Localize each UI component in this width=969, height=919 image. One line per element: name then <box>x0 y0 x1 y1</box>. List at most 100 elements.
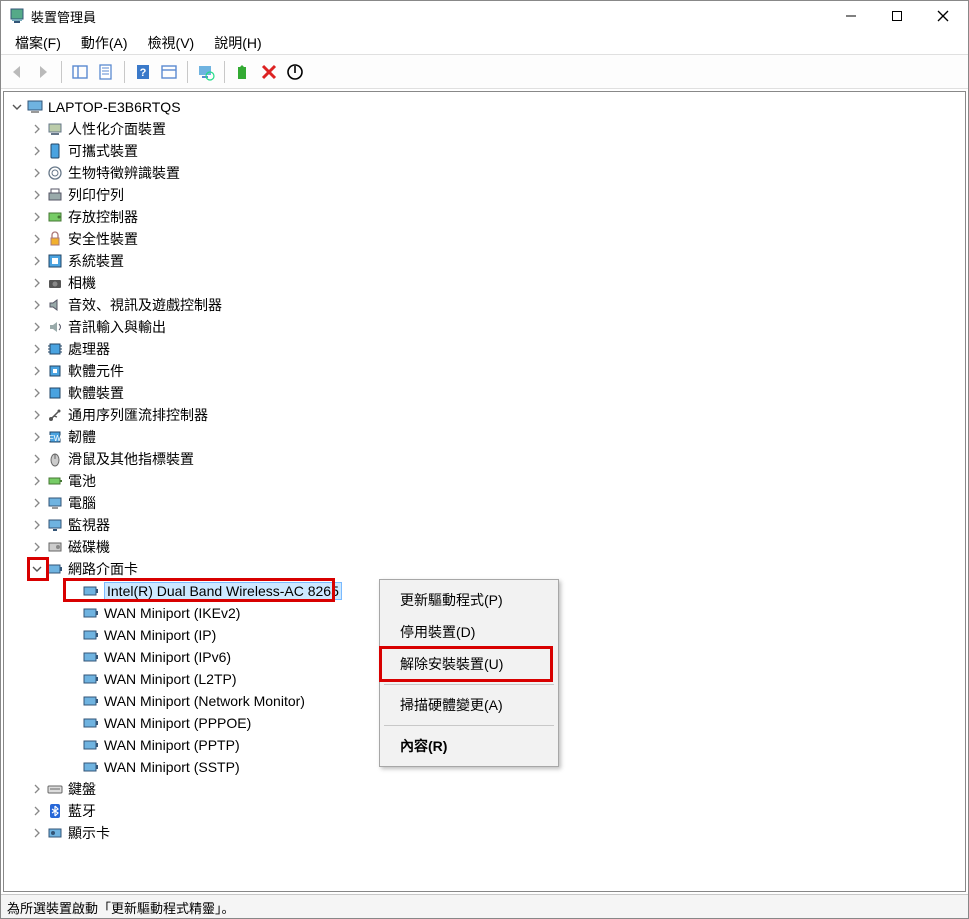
tree-category[interactable]: 滑鼠及其他指標裝置 <box>4 448 965 470</box>
tree-category[interactable]: 相機 <box>4 272 965 294</box>
tree-category-label: 音訊輸入與輸出 <box>68 317 166 337</box>
chevron-right-icon[interactable] <box>30 364 44 378</box>
context-separator <box>384 725 554 726</box>
chevron-right-icon[interactable] <box>30 166 44 180</box>
tree-category[interactable]: 列印佇列 <box>4 184 965 206</box>
device-category-icon <box>46 296 64 314</box>
tree-category[interactable]: 音訊輸入與輸出 <box>4 316 965 338</box>
tree-category-label: 軟體裝置 <box>68 383 124 403</box>
device-category-icon <box>46 780 64 798</box>
tree-category[interactable]: 安全性裝置 <box>4 228 965 250</box>
context-uninstall-device[interactable]: 解除安裝裝置(U) <box>382 648 556 680</box>
toolbar-show-hide-tree[interactable] <box>68 60 92 84</box>
tree-category[interactable]: 軟體元件 <box>4 360 965 382</box>
tree-category[interactable]: 電腦 <box>4 492 965 514</box>
chevron-right-icon[interactable] <box>30 474 44 488</box>
device-category-icon <box>46 450 64 468</box>
chevron-right-icon[interactable] <box>30 254 44 268</box>
chevron-right-icon[interactable] <box>30 320 44 334</box>
toolbar-scan-hardware[interactable] <box>194 60 218 84</box>
chevron-down-icon[interactable] <box>30 562 44 576</box>
tree-category-label: 鍵盤 <box>68 779 96 799</box>
toolbar-update-driver[interactable] <box>231 60 255 84</box>
tree-category[interactable]: 生物特徵辨識裝置 <box>4 162 965 184</box>
menu-view[interactable]: 檢視(V) <box>138 31 205 55</box>
chevron-right-icon[interactable] <box>30 210 44 224</box>
device-category-icon <box>46 362 64 380</box>
tree-root[interactable]: LAPTOP-E3B6RTQS <box>4 96 965 118</box>
context-disable-device[interactable]: 停用裝置(D) <box>382 616 556 648</box>
chevron-right-icon[interactable] <box>30 232 44 246</box>
tree-category[interactable]: 顯示卡 <box>4 822 965 844</box>
tree-category-label: 處理器 <box>68 339 110 359</box>
context-scan-hardware[interactable]: 掃描硬體變更(A) <box>382 689 556 721</box>
device-category-icon <box>46 472 64 490</box>
tree-category[interactable]: 系統裝置 <box>4 250 965 272</box>
tree-category[interactable]: 監視器 <box>4 514 965 536</box>
tree-category[interactable]: 處理器 <box>4 338 965 360</box>
menu-action[interactable]: 動作(A) <box>71 31 138 55</box>
chevron-right-icon[interactable] <box>30 430 44 444</box>
svg-text:FW: FW <box>49 434 62 443</box>
tree-device-label: WAN Miniport (PPPOE) <box>104 715 251 731</box>
chevron-right-icon[interactable] <box>30 518 44 532</box>
tree-category[interactable]: 通用序列匯流排控制器 <box>4 404 965 426</box>
chevron-right-icon[interactable] <box>30 188 44 202</box>
context-properties[interactable]: 內容(R) <box>382 730 556 762</box>
tree-category[interactable]: 存放控制器 <box>4 206 965 228</box>
tree-category-label: 網路介面卡 <box>68 559 138 579</box>
chevron-down-icon[interactable] <box>10 100 24 114</box>
chevron-right-icon[interactable] <box>30 804 44 818</box>
chevron-right-icon[interactable] <box>30 276 44 290</box>
chevron-right-icon[interactable] <box>30 452 44 466</box>
menu-file[interactable]: 檔案(F) <box>5 31 71 55</box>
chevron-right-icon[interactable] <box>30 122 44 136</box>
toolbar-uninstall[interactable] <box>257 60 281 84</box>
chevron-right-icon[interactable] <box>30 298 44 312</box>
network-adapter-icon <box>46 560 64 578</box>
tree-category[interactable]: 可攜式裝置 <box>4 140 965 162</box>
tree-category[interactable]: 電池 <box>4 470 965 492</box>
tree-category-network[interactable]: 網路介面卡 <box>4 558 965 580</box>
menu-help[interactable]: 說明(H) <box>204 31 271 55</box>
close-button[interactable] <box>920 1 966 31</box>
app-icon <box>9 8 25 24</box>
minimize-button[interactable] <box>828 1 874 31</box>
tree-category[interactable]: 鍵盤 <box>4 778 965 800</box>
device-category-icon <box>46 494 64 512</box>
chevron-right-icon[interactable] <box>30 342 44 356</box>
device-category-icon <box>46 406 64 424</box>
chevron-right-icon[interactable] <box>30 782 44 796</box>
toolbar-disable[interactable] <box>283 60 307 84</box>
tree-category[interactable]: 音效、視訊及遊戲控制器 <box>4 294 965 316</box>
tree-category[interactable]: 軟體裝置 <box>4 382 965 404</box>
device-tree[interactable]: LAPTOP-E3B6RTQS 人性化介面裝置可攜式裝置生物特徵辨識裝置列印佇列… <box>3 91 966 892</box>
toolbar-forward[interactable] <box>31 60 55 84</box>
tree-category[interactable]: 人性化介面裝置 <box>4 118 965 140</box>
tree-category[interactable]: FW韌體 <box>4 426 965 448</box>
context-update-driver[interactable]: 更新驅動程式(P) <box>382 584 556 616</box>
maximize-button[interactable] <box>874 1 920 31</box>
context-separator <box>384 684 554 685</box>
chevron-right-icon[interactable] <box>30 540 44 554</box>
chevron-right-icon[interactable] <box>30 496 44 510</box>
chevron-right-icon[interactable] <box>30 386 44 400</box>
chevron-right-icon[interactable] <box>30 144 44 158</box>
tree-category[interactable]: 藍牙 <box>4 800 965 822</box>
chevron-right-icon[interactable] <box>30 408 44 422</box>
tree-category-label: 監視器 <box>68 515 110 535</box>
device-category-icon <box>46 802 64 820</box>
network-adapter-icon <box>82 648 100 666</box>
chevron-right-icon[interactable] <box>30 826 44 840</box>
toolbar-properties[interactable] <box>157 60 181 84</box>
toolbar-properties-page[interactable] <box>94 60 118 84</box>
toolbar-help[interactable]: ? <box>131 60 155 84</box>
status-bar: 為所選裝置啟動「更新驅動程式精靈」。 <box>1 894 968 918</box>
device-category-icon <box>46 824 64 842</box>
network-adapter-icon <box>82 604 100 622</box>
tree-category[interactable]: 磁碟機 <box>4 536 965 558</box>
status-text: 為所選裝置啟動「更新驅動程式精靈」。 <box>7 901 235 916</box>
network-adapter-icon <box>82 692 100 710</box>
toolbar-back[interactable] <box>5 60 29 84</box>
svg-text:?: ? <box>140 67 147 79</box>
